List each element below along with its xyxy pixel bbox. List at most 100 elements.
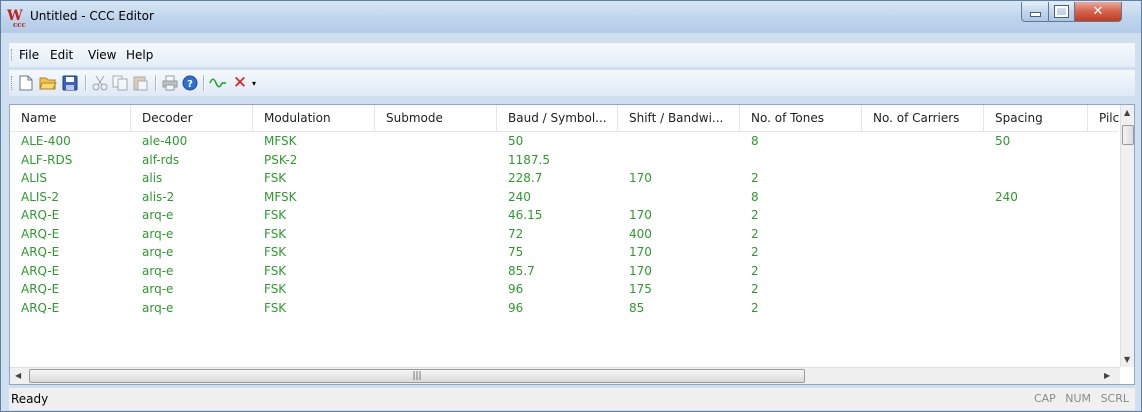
cell-submode[interactable] xyxy=(375,243,497,261)
column-header-name[interactable]: Name xyxy=(10,105,131,131)
cell-spacing[interactable]: 50 xyxy=(984,132,1088,150)
column-header-submode[interactable]: Submode xyxy=(375,105,497,131)
cell-submode[interactable] xyxy=(375,132,497,150)
cell-spacing[interactable] xyxy=(984,169,1088,187)
vertical-scrollbar[interactable]: ▲ ▼ xyxy=(1120,105,1134,367)
cell-baud[interactable]: 228.7 xyxy=(497,169,618,187)
cell-tones[interactable]: 2 xyxy=(740,225,862,243)
cell-baud[interactable]: 50 xyxy=(497,132,618,150)
scroll-left-icon[interactable]: ◀ xyxy=(15,371,21,380)
horizontal-scroll-thumb[interactable]: ||| xyxy=(29,369,805,383)
cell-tones[interactable] xyxy=(740,151,862,169)
close-button[interactable]: ✕ xyxy=(1074,2,1122,22)
cell-pilot[interactable] xyxy=(1088,206,1120,224)
cell-carriers[interactable] xyxy=(862,169,984,187)
cell-shift[interactable]: 170 xyxy=(618,169,740,187)
cell-modulation[interactable]: FSK xyxy=(253,225,375,243)
cell-baud[interactable]: 75 xyxy=(497,243,618,261)
copy-icon[interactable] xyxy=(111,74,129,92)
help-icon[interactable]: ? xyxy=(181,74,199,92)
cell-pilot[interactable] xyxy=(1088,132,1120,150)
cell-name[interactable]: ALF-RDS xyxy=(10,151,131,169)
column-header-tones[interactable]: No. of Tones xyxy=(740,105,862,131)
paste-icon[interactable] xyxy=(131,74,149,92)
table-row[interactable]: ALF-RDS alf-rds PSK-2 1187.5 xyxy=(10,151,1118,169)
column-header-modulation[interactable]: Modulation xyxy=(253,105,375,131)
cell-spacing[interactable] xyxy=(984,280,1088,298)
cell-tones[interactable]: 2 xyxy=(740,206,862,224)
toolbar-overflow-icon[interactable]: ▾ xyxy=(249,74,259,92)
cell-pilot[interactable] xyxy=(1088,299,1120,317)
cell-spacing[interactable] xyxy=(984,225,1088,243)
cell-shift[interactable]: 400 xyxy=(618,225,740,243)
cell-decoder[interactable]: arq-e xyxy=(131,280,253,298)
cell-shift[interactable]: 170 xyxy=(618,243,740,261)
cell-decoder[interactable]: alis xyxy=(131,169,253,187)
cell-carriers[interactable] xyxy=(862,262,984,280)
cut-icon[interactable] xyxy=(91,74,109,92)
scroll-up-icon[interactable]: ▲ xyxy=(1124,108,1130,117)
cell-shift[interactable]: 170 xyxy=(618,262,740,280)
cell-modulation[interactable]: FSK xyxy=(253,280,375,298)
cell-carriers[interactable] xyxy=(862,243,984,261)
cell-carriers[interactable] xyxy=(862,206,984,224)
cell-baud[interactable]: 1187.5 xyxy=(497,151,618,169)
cell-name[interactable]: ARQ-E xyxy=(10,206,131,224)
cell-name[interactable]: ARQ-E xyxy=(10,225,131,243)
print-icon[interactable] xyxy=(161,74,179,92)
cell-submode[interactable] xyxy=(375,280,497,298)
table-row[interactable]: ARQ-E arq-e FSK 75 170 2 xyxy=(10,243,1118,261)
delete-icon[interactable]: ✕ xyxy=(231,73,249,93)
cell-decoder[interactable]: alf-rds xyxy=(131,151,253,169)
cell-pilot[interactable] xyxy=(1088,151,1120,169)
waveform-icon[interactable] xyxy=(209,74,227,92)
open-folder-icon[interactable] xyxy=(39,74,57,92)
cell-modulation[interactable]: FSK xyxy=(253,262,375,280)
cell-spacing[interactable] xyxy=(984,299,1088,317)
vertical-scroll-thumb[interactable] xyxy=(1122,125,1134,145)
scroll-right-icon[interactable]: ▶ xyxy=(1104,371,1110,380)
cell-modulation[interactable]: FSK xyxy=(253,169,375,187)
menu-file[interactable]: File xyxy=(19,48,39,62)
cell-name[interactable]: ARQ-E xyxy=(10,299,131,317)
cell-spacing[interactable] xyxy=(984,151,1088,169)
column-header-shift[interactable]: Shift / Bandwi... xyxy=(618,105,740,131)
cell-carriers[interactable] xyxy=(862,225,984,243)
save-icon[interactable] xyxy=(61,74,79,92)
cell-tones[interactable]: 2 xyxy=(740,299,862,317)
table-row[interactable]: ARQ-E arq-e FSK 85.7 170 2 xyxy=(10,262,1118,280)
cell-name[interactable]: ALIS-2 xyxy=(10,188,131,206)
cell-modulation[interactable]: FSK xyxy=(253,206,375,224)
title-bar[interactable]: Wccc Untitled - CCC Editor ✕ xyxy=(1,1,1141,33)
table-row[interactable]: ALE-400 ale-400 MFSK 50 8 50 xyxy=(10,132,1118,150)
cell-shift[interactable]: 170 xyxy=(618,206,740,224)
cell-submode[interactable] xyxy=(375,225,497,243)
scroll-down-icon[interactable]: ▼ xyxy=(1124,355,1130,364)
cell-tones[interactable]: 2 xyxy=(740,169,862,187)
cell-submode[interactable] xyxy=(375,151,497,169)
cell-carriers[interactable] xyxy=(862,280,984,298)
cell-name[interactable]: ARQ-E xyxy=(10,280,131,298)
cell-decoder[interactable]: arq-e xyxy=(131,206,253,224)
maximize-button[interactable] xyxy=(1048,2,1075,22)
cell-modulation[interactable]: FSK xyxy=(253,299,375,317)
cell-modulation[interactable]: PSK-2 xyxy=(253,151,375,169)
table-row[interactable]: ALIS-2 alis-2 MFSK 240 8 240 xyxy=(10,188,1118,206)
cell-carriers[interactable] xyxy=(862,132,984,150)
cell-modulation[interactable]: MFSK xyxy=(253,188,375,206)
new-document-icon[interactable] xyxy=(17,74,35,92)
cell-baud[interactable]: 46.15 xyxy=(497,206,618,224)
menu-help[interactable]: Help xyxy=(126,48,153,62)
cell-spacing[interactable]: 240 xyxy=(984,188,1088,206)
cell-submode[interactable] xyxy=(375,169,497,187)
table-row[interactable]: ARQ-E arq-e FSK 72 400 2 xyxy=(10,225,1118,243)
column-header-pilot[interactable]: Pilc xyxy=(1088,105,1120,131)
cell-spacing[interactable] xyxy=(984,262,1088,280)
cell-baud[interactable]: 85.7 xyxy=(497,262,618,280)
cell-name[interactable]: ARQ-E xyxy=(10,262,131,280)
cell-shift[interactable]: 175 xyxy=(618,280,740,298)
cell-pilot[interactable] xyxy=(1088,243,1120,261)
cell-submode[interactable] xyxy=(375,299,497,317)
cell-pilot[interactable] xyxy=(1088,169,1120,187)
cell-baud[interactable]: 96 xyxy=(497,280,618,298)
